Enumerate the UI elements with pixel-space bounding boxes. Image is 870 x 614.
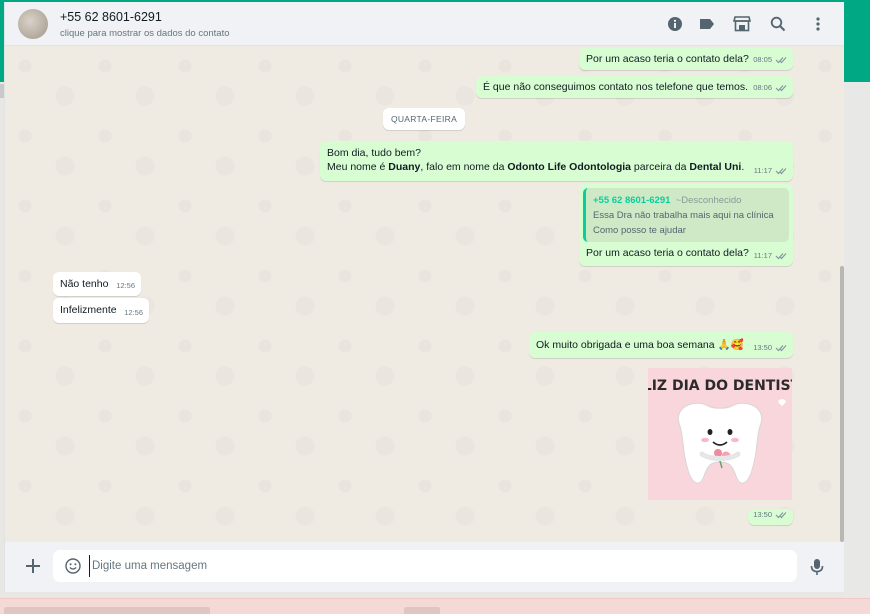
quote-line: Essa Dra não trabalha mais aqui na clíni… (593, 210, 774, 221)
scrollbar[interactable] (840, 266, 844, 542)
message-time: 11:17 (753, 251, 772, 260)
message-meta: 08:06 (753, 81, 787, 95)
message-outgoing[interactable]: Bom dia, tudo bem? Meu nome é Duany, fal… (320, 141, 793, 181)
message-text: É que não conseguimos contato nos telefo… (483, 81, 749, 93)
quote-author-status: ~Desconhecido (675, 195, 742, 206)
message-text: Infelizmente (60, 304, 117, 316)
message-time: 13:50 (753, 510, 772, 519)
double-check-icon (775, 168, 787, 175)
message-text: Bom dia, tudo bem? Meu nome é Duany, fal… (327, 146, 744, 174)
chat-header[interactable]: +55 62 8601-6291 clique para mostrar os … (5, 2, 844, 46)
message-outgoing[interactable]: Por um acaso teria o contato dela? 08:05 (579, 48, 793, 70)
double-check-icon (775, 512, 787, 519)
message-meta: 11:17 (754, 249, 787, 263)
avatar[interactable] (18, 9, 48, 39)
message-outgoing-reply[interactable]: +55 62 8601-6291 ~Desconhecido Essa Dra … (579, 184, 793, 266)
message-incoming[interactable]: Não tenho 12:56 (53, 272, 141, 296)
contact-name[interactable]: +55 62 8601-6291 (60, 10, 162, 24)
message-list[interactable]: Por um acaso teria o contato dela? 08:05… (5, 46, 844, 542)
text-span: . (741, 161, 745, 173)
double-check-icon (775, 57, 787, 64)
contact-subtitle[interactable]: clique para mostrar os dados do contato (60, 28, 230, 39)
store-icon[interactable] (732, 14, 752, 34)
message-text: Por um acaso teria o contato dela? (586, 247, 749, 259)
search-icon[interactable] (768, 14, 788, 34)
double-check-icon (775, 345, 787, 352)
message-line: Bom dia, tudo bem? (327, 147, 421, 159)
taskbar-tab[interactable] (404, 607, 440, 614)
menu-icon[interactable] (808, 14, 828, 34)
double-check-icon (775, 253, 787, 260)
taskbar-strip (0, 598, 870, 614)
double-check-icon (775, 85, 787, 92)
composer-bar (5, 542, 844, 592)
emoji-icon[interactable] (65, 558, 81, 574)
message-line: Meu nome é Duany, falo em nome da Odonto… (327, 160, 744, 174)
microphone-icon[interactable] (809, 558, 825, 576)
message-text: Não tenho (60, 278, 109, 290)
sticker-meta: 13:50 (748, 509, 793, 525)
message-time: 08:06 (753, 83, 772, 92)
taskbar-tab[interactable] (4, 607, 210, 614)
message-outgoing[interactable]: É que não conseguimos contato nos telefo… (476, 76, 793, 98)
tooth-sticker-art: FELIZ DIA DO DENTISTA! (648, 368, 792, 500)
window-backdrop-right (844, 82, 870, 614)
quoted-message[interactable]: +55 62 8601-6291 ~Desconhecido Essa Dra … (583, 188, 789, 242)
whatsapp-chat-window: +55 62 8601-6291 clique para mostrar os … (4, 2, 844, 592)
message-time: 12:56 (124, 308, 143, 317)
message-input-box[interactable] (53, 550, 797, 582)
info-icon[interactable] (665, 14, 685, 34)
bold-name: Duany (388, 161, 421, 173)
quote-header: +55 62 8601-6291 ~Desconhecido (593, 193, 782, 208)
message-meta: 13:50 (753, 341, 787, 355)
message-meta: 13:50 (753, 508, 787, 522)
message-time: 13:50 (753, 343, 772, 352)
message-time: 08:05 (753, 55, 772, 64)
text-span: , falo em nome da (420, 161, 508, 173)
quote-author: +55 62 8601-6291 (593, 195, 671, 206)
message-input[interactable] (89, 555, 779, 577)
message-time: 11:17 (753, 166, 772, 175)
bold-partner: Dental Uni (689, 161, 742, 173)
sticker-image[interactable]: FELIZ DIA DO DENTISTA! (648, 368, 792, 500)
quote-line: Como posso te ajudar (593, 225, 686, 236)
message-meta: 12:56 (124, 306, 143, 320)
text-span: parceira da (631, 161, 690, 173)
message-text: Por um acaso teria o contato dela? (586, 53, 749, 65)
message-text: Ok muito obrigada e uma boa semana 🙏🥰 (536, 339, 744, 351)
message-outgoing[interactable]: Ok muito obrigada e uma boa semana 🙏🥰 13… (529, 332, 793, 358)
message-meta: 12:56 (116, 279, 135, 293)
attach-plus-icon[interactable] (23, 556, 43, 576)
sticker-text: FELIZ DIA DO DENTISTA! (648, 378, 792, 394)
bold-company: Odonto Life Odontologia (507, 161, 632, 173)
message-meta: 08:05 (753, 53, 787, 67)
message-time: 12:56 (116, 281, 135, 290)
text-span: Meu nome é (327, 161, 389, 173)
message-incoming[interactable]: Infelizmente 12:56 (53, 298, 149, 323)
label-icon[interactable] (697, 14, 717, 34)
day-divider: QUARTA-FEIRA (383, 108, 465, 130)
message-meta: 11:17 (754, 164, 787, 178)
